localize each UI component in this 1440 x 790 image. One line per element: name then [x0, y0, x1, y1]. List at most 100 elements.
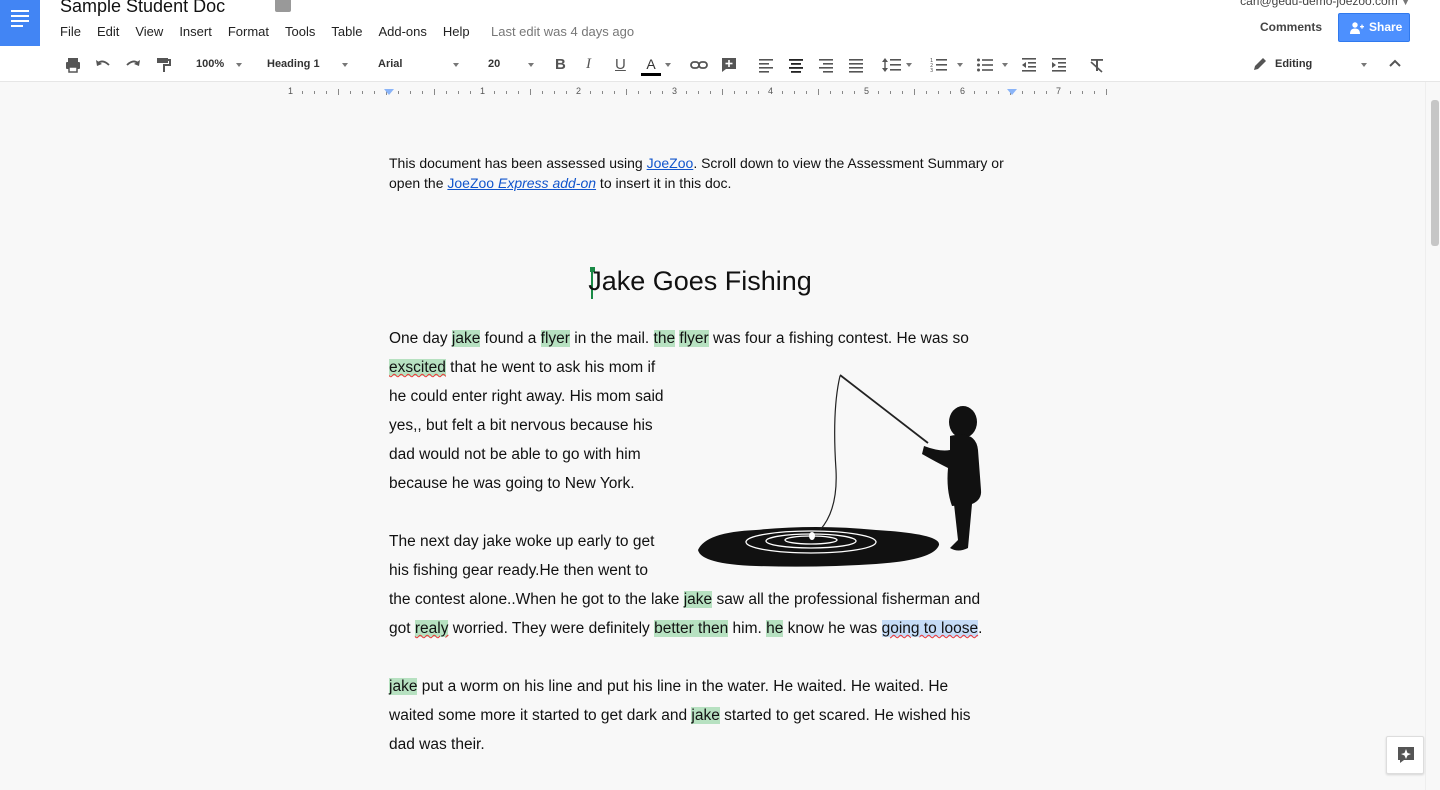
comments-button[interactable]: Comments [1252, 14, 1330, 41]
menu-table[interactable]: Table [331, 24, 362, 39]
ruler-tick [398, 91, 399, 94]
suggestion-highlight: jake [451, 330, 481, 347]
bulleted-caret-icon [1002, 63, 1008, 67]
ruler-tick [758, 91, 759, 94]
paint-format-icon[interactable] [155, 56, 173, 74]
share-button[interactable]: Share [1338, 13, 1410, 42]
ruler-tick [506, 91, 507, 94]
ruler-tick [470, 91, 471, 94]
decrease-indent-icon[interactable] [1020, 56, 1038, 74]
undo-icon[interactable] [94, 56, 112, 74]
ruler-tick [938, 91, 939, 94]
menu-insert[interactable]: Insert [179, 24, 212, 39]
ruler-tick [614, 91, 615, 94]
paragraph-3[interactable]: jake put a worm on his line and put his … [389, 672, 971, 759]
insert-comment-icon[interactable] [720, 56, 738, 74]
bold-icon[interactable]: B [555, 56, 566, 74]
menu-edit[interactable]: Edit [97, 24, 119, 39]
numbered-caret-icon [957, 63, 963, 67]
line: One day jake found a flyer in the mail. … [389, 330, 969, 347]
menu-format[interactable]: Format [228, 24, 269, 39]
menu-help[interactable]: Help [443, 24, 470, 39]
ruler-tick [806, 91, 807, 94]
style-caret-icon [342, 63, 348, 67]
account-email[interactable]: carl@gedu-demo-joezoo.com ▼ [1240, 0, 1410, 8]
ruler-tick [998, 91, 999, 94]
last-edit-link[interactable]: Last edit was 4 days ago [491, 24, 634, 39]
menu-addons[interactable]: Add-ons [378, 24, 426, 39]
style-dropdown[interactable]: Heading 1 [267, 58, 320, 70]
suggestion-highlight: flyer [679, 330, 709, 347]
mode-dropdown[interactable]: Editing [1275, 58, 1312, 70]
menu-file[interactable]: File [60, 24, 81, 39]
explore-button[interactable] [1386, 736, 1424, 774]
ruler-tick [590, 91, 591, 94]
joezoo-link[interactable]: JoeZoo [647, 155, 694, 171]
ruler-tick [650, 91, 651, 94]
folder-icon[interactable] [275, 0, 291, 12]
numbered-list-icon[interactable]: 123 [930, 56, 948, 74]
ruler-tick [722, 89, 723, 95]
align-center-icon[interactable] [787, 56, 805, 74]
ruler-number: 1 [480, 86, 486, 96]
clear-formatting-icon[interactable] [1088, 56, 1106, 74]
right-indent-marker[interactable] [1007, 89, 1017, 95]
ruler-tick [374, 91, 375, 94]
boy-fishing-image[interactable] [696, 370, 986, 570]
joezoo-express-link[interactable]: JoeZoo Express add-on [447, 175, 596, 191]
ruler-tick [818, 89, 819, 95]
vertical-scrollbar[interactable] [1425, 82, 1440, 790]
ruler-tick [542, 91, 543, 94]
increase-indent-icon[interactable] [1050, 56, 1068, 74]
ruler-tick [338, 89, 339, 95]
align-left-icon[interactable] [757, 56, 775, 74]
underline-icon[interactable]: U [615, 56, 626, 74]
ruler-tick [314, 91, 315, 94]
ruler-tick [446, 91, 447, 94]
ruler-tick [602, 91, 603, 94]
font-size-dropdown[interactable]: 20 [488, 58, 500, 70]
horizontal-ruler[interactable]: 1 1 2 3 4 5 6 7 [0, 82, 1425, 102]
scroll-thumb[interactable] [1431, 100, 1439, 246]
align-justify-icon[interactable] [847, 56, 865, 74]
chevron-up-icon[interactable] [1388, 56, 1402, 74]
ruler-tick [914, 89, 915, 95]
person-add-icon [1350, 22, 1364, 34]
ruler-tick [362, 91, 363, 94]
ruler-tick [878, 91, 879, 94]
ruler-tick [638, 91, 639, 94]
document-heading[interactable]: Jake Goes Fishing [389, 266, 1011, 297]
line-spacing-icon[interactable] [881, 56, 903, 74]
font-dropdown[interactable]: Arial [378, 58, 402, 70]
zoom-dropdown[interactable]: 100% [196, 58, 224, 70]
menu-tools[interactable]: Tools [285, 24, 315, 39]
ruler-number: 1 [288, 86, 294, 96]
ruler-tick [350, 91, 351, 94]
document-page[interactable]: This document has been assessed using Jo… [389, 102, 1029, 790]
ruler-number: 5 [864, 86, 870, 96]
left-indent-marker[interactable] [384, 89, 394, 95]
ruler-tick [698, 91, 699, 94]
menu-view[interactable]: View [135, 24, 163, 39]
svg-text:3: 3 [930, 68, 933, 74]
bulleted-list-icon[interactable] [976, 56, 994, 74]
spelling-highlight: exscited [389, 359, 446, 376]
ruler-tick [530, 89, 531, 95]
link-icon[interactable] [689, 56, 709, 74]
ruler-tick [1094, 91, 1095, 94]
suggestion-highlight: flyer [540, 330, 570, 347]
docs-home-icon[interactable] [0, 0, 40, 46]
ruler-tick [434, 89, 435, 95]
ruler-tick [662, 91, 663, 94]
align-right-icon[interactable] [817, 56, 835, 74]
print-icon[interactable] [64, 56, 82, 74]
size-caret-icon [528, 63, 534, 67]
font-caret-icon [453, 63, 459, 67]
grammar-highlight: going to loose [881, 620, 979, 637]
italic-icon[interactable]: I [586, 56, 591, 74]
ruler-tick [842, 91, 843, 94]
text-color-icon[interactable]: A [641, 56, 661, 76]
document-title[interactable]: Sample Student Doc [60, 0, 225, 17]
ruler-tick [554, 91, 555, 94]
redo-icon[interactable] [124, 56, 142, 74]
